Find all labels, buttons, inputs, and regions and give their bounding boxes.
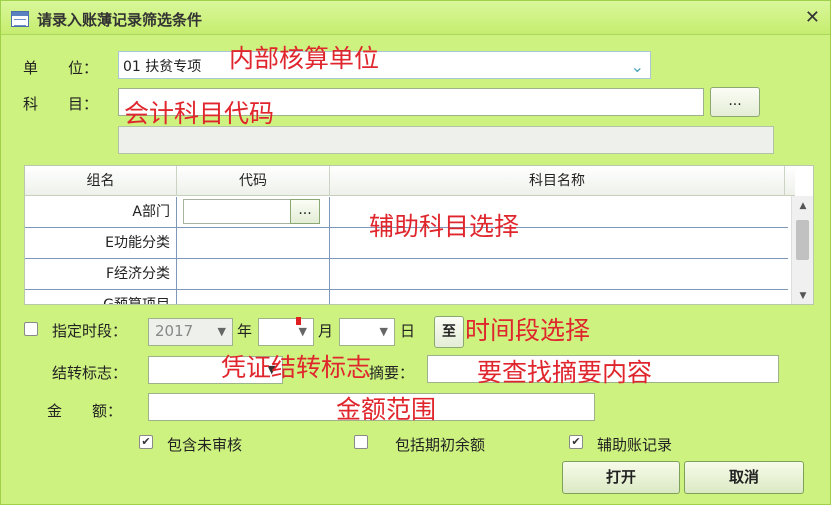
row-code-cell[interactable]	[177, 259, 330, 290]
row-subject-name	[330, 228, 788, 259]
carry-label: 结转标志：	[52, 364, 128, 382]
header-subject-name: 科目名称	[330, 166, 785, 196]
summary-input[interactable]	[427, 355, 779, 383]
period-checkbox[interactable]	[24, 322, 38, 336]
scroll-thumb[interactable]	[796, 220, 809, 260]
unit-value: 01 扶贫专项	[123, 59, 202, 75]
subject-label: 科 目：	[23, 95, 99, 113]
code-browse-button[interactable]: ...	[290, 199, 320, 224]
to-button[interactable]: 至	[434, 316, 464, 348]
day-unit: 日	[400, 322, 416, 340]
open-button[interactable]: 打开	[562, 461, 680, 494]
year-select[interactable]: 2017 ▼	[148, 318, 233, 346]
row-subject-name	[330, 290, 788, 304]
subject-input[interactable]	[118, 88, 704, 116]
amount-input[interactable]	[148, 393, 595, 421]
month-select[interactable]: ▼	[258, 318, 314, 346]
carry-select[interactable]: ▼	[148, 356, 283, 384]
summary-label: 摘要：	[369, 364, 415, 382]
subject-browse-button[interactable]: ...	[710, 87, 760, 117]
chevron-down-icon[interactable]: ▼	[299, 325, 307, 338]
filter-dialog: 请录入账薄记录筛选条件 ✕ 单 位： 01 扶贫专项 ⌄ 内部核算单位 科 目：…	[0, 0, 831, 505]
day-select[interactable]: ▼	[339, 318, 395, 346]
row-subject-name	[330, 197, 788, 228]
code-input[interactable]	[183, 199, 291, 224]
row-group-name: E功能分类	[25, 228, 177, 259]
cursor-marker	[296, 317, 301, 325]
aux-records-checkbox[interactable]: ✔	[569, 435, 583, 449]
year-value: 2017	[155, 322, 194, 340]
aux-records-label: 辅助账记录	[597, 436, 673, 454]
scroll-up-icon[interactable]: ▲	[792, 198, 813, 214]
table-row[interactable]: F经济分类	[25, 259, 788, 290]
header-group-name: 组名	[25, 166, 177, 196]
row-code-cell[interactable]: ...	[177, 197, 330, 228]
aux-subject-grid: 组名 代码 科目名称 A部门 ... E功能分类 F经济分类 G预算项目 ▲ ▼	[24, 165, 814, 305]
unaudited-label: 包含未审核	[167, 436, 243, 454]
row-group-name: G预算项目	[25, 290, 177, 304]
row-subject-name	[330, 259, 788, 290]
opening-balance-label: 包括期初余额	[395, 436, 486, 454]
subject-description	[118, 126, 774, 154]
opening-balance-checkbox[interactable]	[354, 435, 368, 449]
close-icon[interactable]: ✕	[805, 7, 820, 28]
table-row[interactable]: A部门 ...	[25, 197, 788, 228]
unit-label: 单 位：	[23, 59, 99, 77]
period-label: 指定时段：	[52, 322, 128, 340]
row-group-name: A部门	[25, 197, 177, 228]
grid-scrollbar[interactable]: ▲ ▼	[791, 196, 813, 304]
cancel-button[interactable]: 取消	[684, 461, 804, 494]
dialog-title: 请录入账薄记录筛选条件	[37, 11, 203, 29]
chevron-down-icon[interactable]: ▼	[268, 363, 276, 376]
table-row[interactable]: G预算项目	[25, 290, 788, 304]
month-unit: 月	[318, 322, 334, 340]
header-code: 代码	[177, 166, 330, 196]
title-bar[interactable]: 请录入账薄记录筛选条件 ✕	[1, 1, 830, 35]
unaudited-checkbox[interactable]: ✔	[139, 435, 153, 449]
row-group-name: F经济分类	[25, 259, 177, 290]
row-code-cell[interactable]	[177, 290, 330, 304]
chevron-down-icon[interactable]: ▼	[380, 325, 388, 338]
scroll-down-icon[interactable]: ▼	[792, 288, 813, 304]
grid-header: 组名 代码 科目名称	[25, 166, 795, 196]
row-code-cell[interactable]	[177, 228, 330, 259]
amount-label: 金 额：	[47, 402, 123, 420]
annotation-period: 时间段选择	[465, 316, 591, 345]
chevron-down-icon[interactable]: ▼	[218, 325, 226, 338]
table-row[interactable]: E功能分类	[25, 228, 788, 259]
year-unit: 年	[237, 322, 253, 340]
unit-select[interactable]: 01 扶贫专项 ⌄	[118, 51, 651, 79]
table-icon	[11, 11, 29, 27]
chevron-down-icon[interactable]: ⌄	[631, 57, 644, 76]
